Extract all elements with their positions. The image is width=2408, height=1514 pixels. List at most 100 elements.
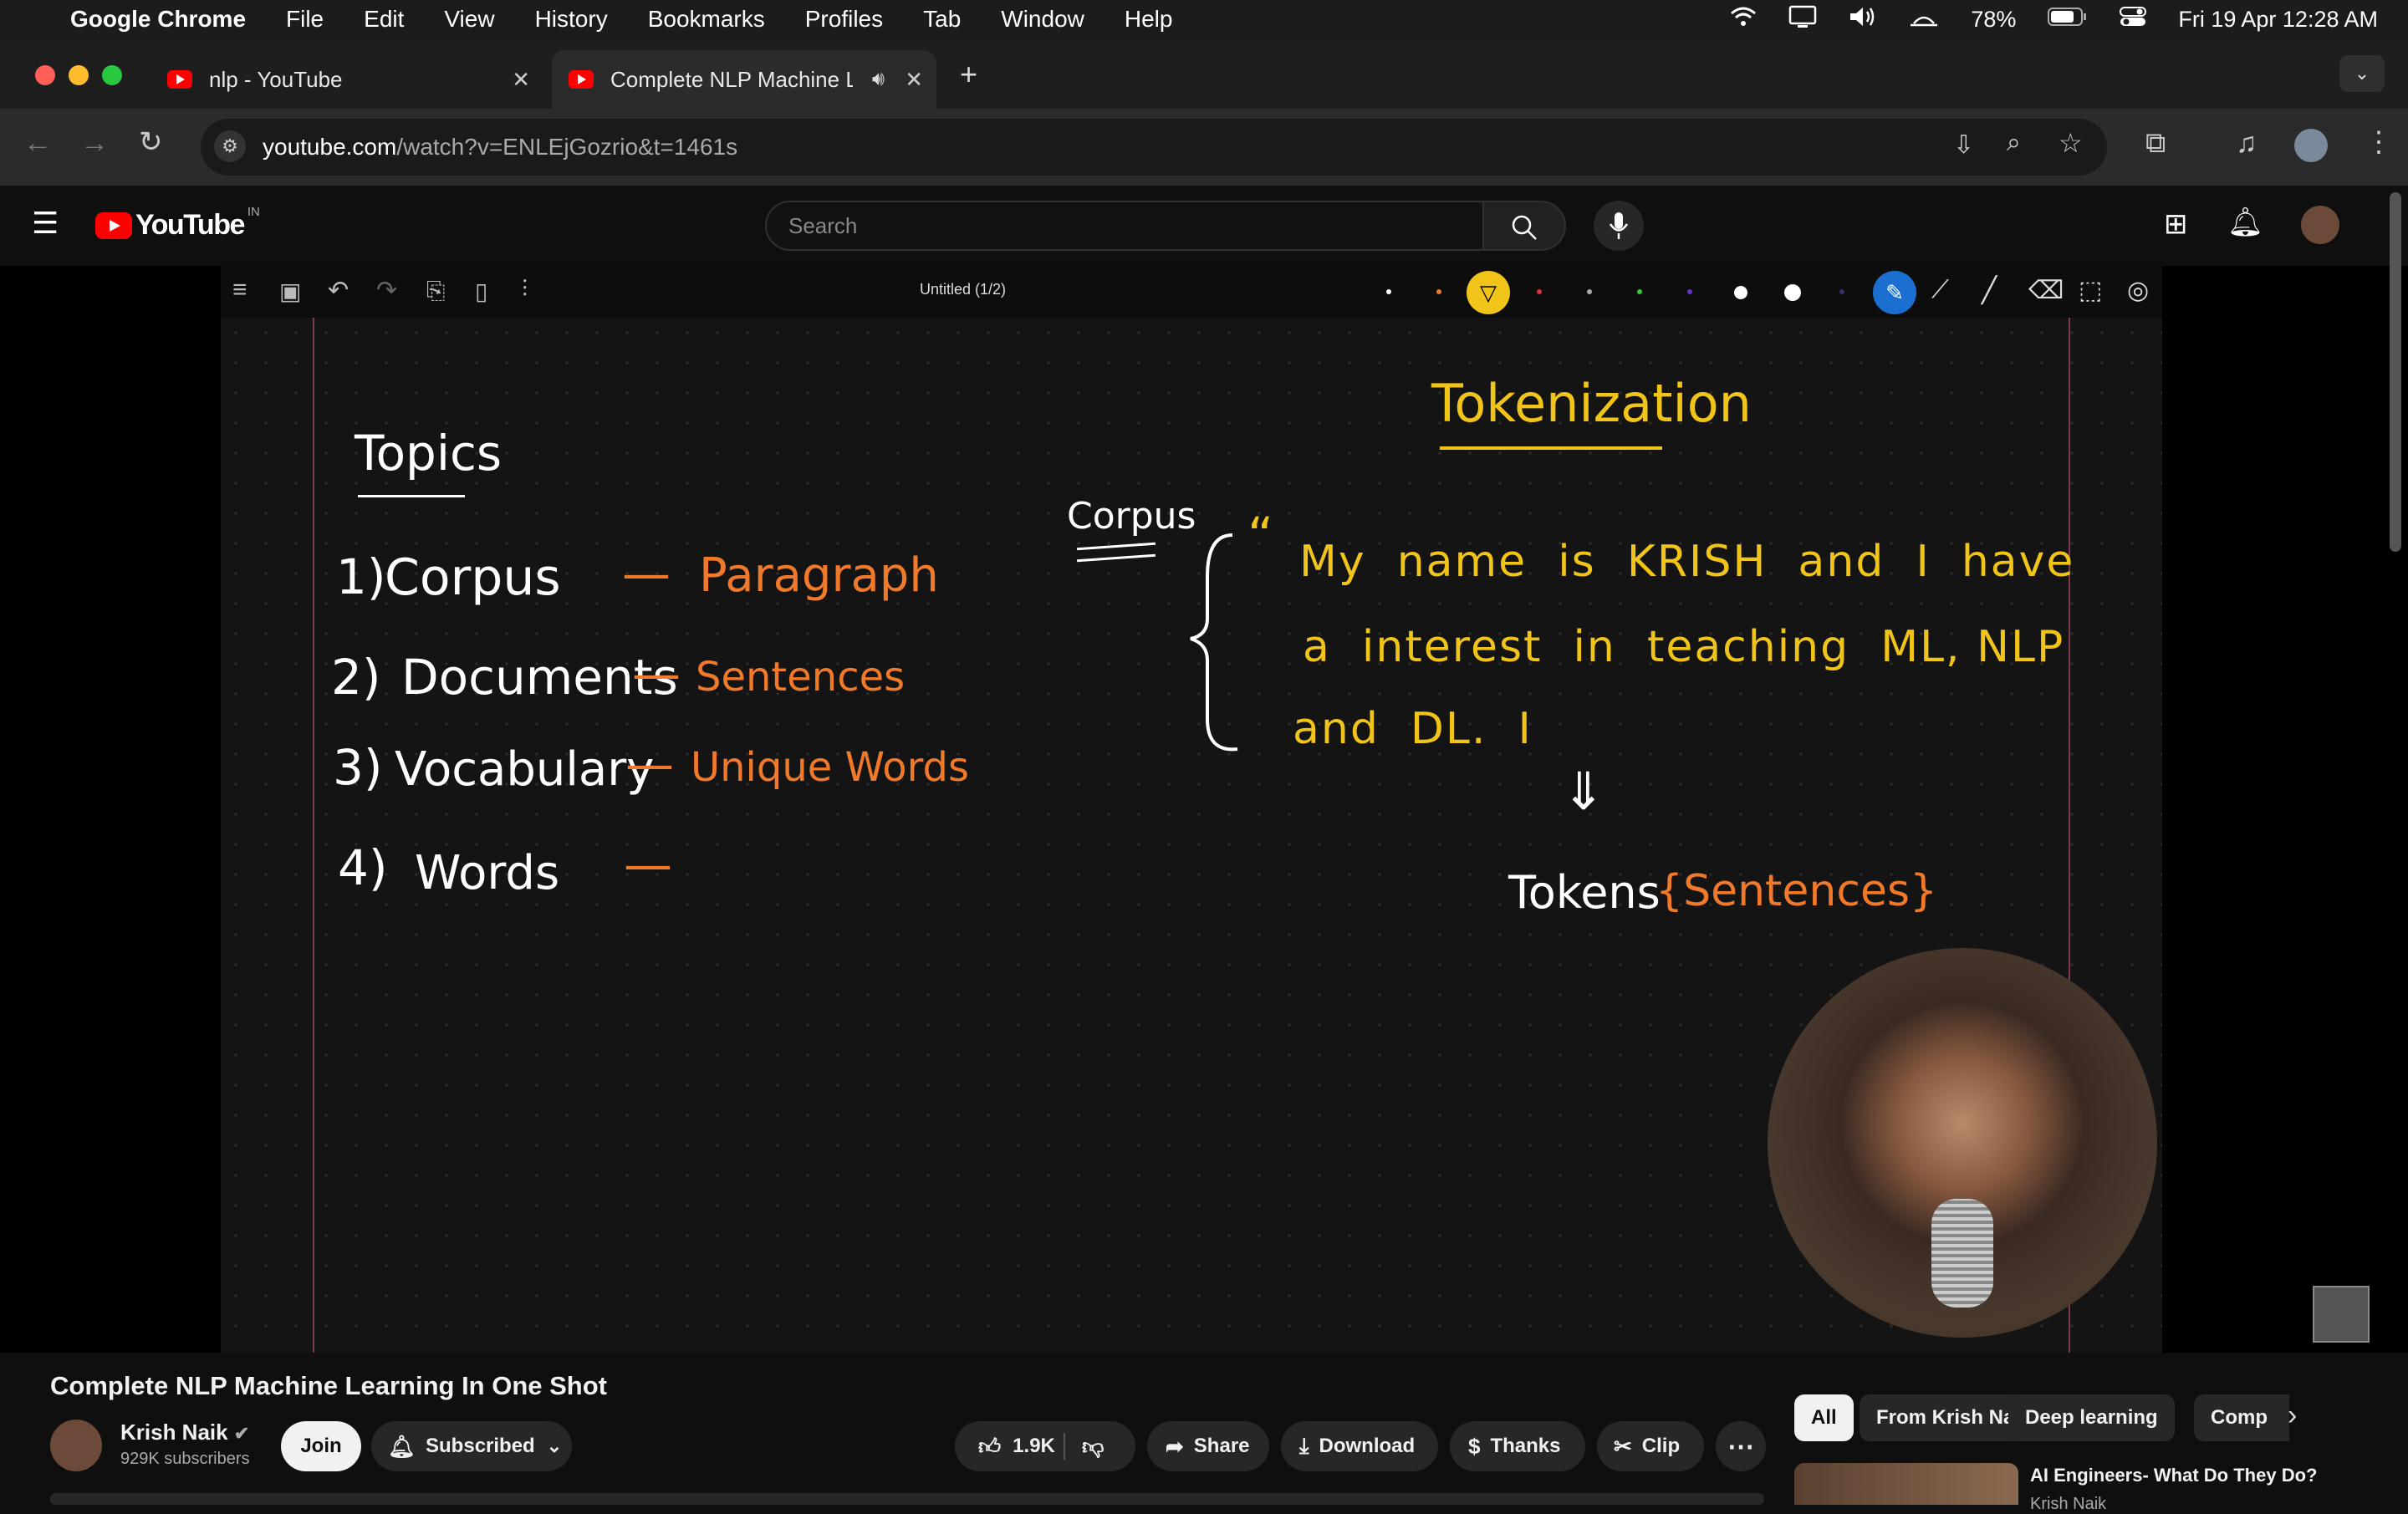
window-minimize-icon[interactable] xyxy=(69,65,89,85)
account-avatar[interactable] xyxy=(2301,206,2339,244)
margin-line-left xyxy=(313,318,314,1353)
chip-comp[interactable]: Comp xyxy=(2194,1394,2289,1441)
menu-lines-icon: ≡ xyxy=(232,276,247,303)
like-count[interactable]: 1.9K xyxy=(1013,1435,1055,1458)
control-center-icon[interactable] xyxy=(2120,5,2147,34)
tab-complete-nlp[interactable]: Complete NLP Machine L 🔊︎ ✕ xyxy=(552,50,936,109)
chip-all[interactable]: All xyxy=(1794,1394,1854,1441)
channel-avatar[interactable] xyxy=(50,1420,102,1471)
tab-search-icon[interactable]: ⌄ xyxy=(2339,55,2385,92)
reload-icon[interactable]: ↻ xyxy=(139,125,163,159)
search-button[interactable] xyxy=(1482,201,1566,251)
menu-bookmarks[interactable]: Bookmarks xyxy=(648,6,765,33)
menu-edit[interactable]: Edit xyxy=(364,6,404,33)
address-bar[interactable]: ⚙ youtube.com/watch?v=ENLEjGozrio&t=1461… xyxy=(201,119,2107,176)
chrome-menu-icon[interactable]: ⋮ xyxy=(2365,125,2393,159)
extensions-icon[interactable]: ⧉ xyxy=(2145,127,2166,160)
like-dislike-group: 👍︎ 1.9K 👎︎ xyxy=(955,1421,1135,1471)
recommended-thumbnail[interactable] xyxy=(1794,1463,2018,1505)
menubar-datetime[interactable]: Fri 19 Apr 12:28 AM xyxy=(2178,7,2378,33)
menu-tab[interactable]: Tab xyxy=(923,6,961,33)
menu-view[interactable]: View xyxy=(444,6,494,33)
forward-icon[interactable]: → xyxy=(80,127,109,160)
tab-close-icon[interactable]: ✕ xyxy=(905,67,923,93)
tab-nlp-youtube[interactable]: nlp - YouTube ✕ xyxy=(150,50,543,109)
open-quote: “ xyxy=(1247,507,1274,565)
back-icon[interactable]: ← xyxy=(23,127,52,160)
menu-history[interactable]: History xyxy=(535,6,608,33)
battery-icon[interactable] xyxy=(2048,7,2088,33)
pen-dot-orange xyxy=(1436,289,1441,294)
download-button[interactable]: ⤓ Download xyxy=(1281,1421,1438,1471)
thumbs-up-icon[interactable]: 👍︎ xyxy=(978,1434,1001,1460)
media-control-icon[interactable]: ♫ xyxy=(2236,127,2258,160)
menu-profiles[interactable]: Profiles xyxy=(805,6,883,33)
tokens-value: {Sentences} xyxy=(1656,866,1938,916)
create-video-icon[interactable]: ⊞ xyxy=(2164,207,2188,241)
youtube-logo-icon xyxy=(95,212,132,239)
pen-dot-navy xyxy=(1839,289,1844,294)
zoom-icon[interactable]: ⌕ xyxy=(2007,129,2021,157)
site-info-icon[interactable]: ⚙ xyxy=(214,130,246,162)
youtube-logo[interactable]: YouTube IN xyxy=(95,205,260,242)
corpus-underline-2 xyxy=(1077,553,1156,563)
topic-2-dash: — xyxy=(632,645,681,702)
page-scrollbar[interactable] xyxy=(2390,192,2401,552)
thanks-button[interactable]: $ Thanks xyxy=(1450,1421,1585,1471)
volume-icon[interactable] xyxy=(1849,5,1877,34)
brightness-icon[interactable] xyxy=(1909,5,1939,34)
install-app-icon[interactable]: ⇩ xyxy=(1953,130,1974,160)
channel-watermark[interactable] xyxy=(2313,1286,2370,1343)
clip-button[interactable]: ✂ Clip xyxy=(1597,1421,1704,1471)
topic-2-meaning: Sentences xyxy=(696,654,906,701)
pen-size-large xyxy=(1784,284,1801,301)
join-label: Join xyxy=(300,1435,342,1457)
tab-close-icon[interactable]: ✕ xyxy=(512,67,530,93)
chips-next-icon[interactable]: › xyxy=(2288,1399,2297,1432)
search-input[interactable]: Search xyxy=(765,201,1484,251)
eraser-icon: ⌫ xyxy=(2028,277,2064,304)
microphone-icon xyxy=(1609,212,1629,239)
notifications-bell-icon[interactable]: 🔔︎ xyxy=(2227,206,2263,239)
chevron-down-icon: ⌄ xyxy=(546,1435,563,1456)
chip-deep-learning[interactable]: Deep learning xyxy=(2008,1394,2175,1441)
corpus-line-3: and DL. I xyxy=(1293,704,1533,754)
topic-3-meaning: Unique Words xyxy=(691,744,969,791)
new-tab-icon[interactable]: + xyxy=(960,57,977,92)
hamburger-menu-icon[interactable]: ☰ xyxy=(32,206,59,241)
tab-audio-icon[interactable]: 🔊︎ xyxy=(872,68,885,91)
more-actions-icon[interactable]: ⋯ xyxy=(1716,1421,1766,1471)
window-zoom-icon[interactable] xyxy=(102,65,122,85)
share-button[interactable]: ➦ Share xyxy=(1147,1421,1269,1471)
window-close-icon[interactable] xyxy=(35,65,55,85)
topic-3-dash: — xyxy=(625,736,674,793)
menu-help[interactable]: Help xyxy=(1125,6,1173,33)
pen-dot-purple xyxy=(1687,289,1692,294)
display-icon[interactable] xyxy=(1788,5,1817,34)
join-button[interactable]: Join xyxy=(281,1421,361,1471)
url-text[interactable]: youtube.com/watch?v=ENLEjGozrio&t=1461s xyxy=(263,134,737,161)
topic-2-number: 2) xyxy=(331,649,381,706)
recommended-title[interactable]: AI Engineers- What Do They Do? xyxy=(2030,1465,2317,1486)
pen-size-medium xyxy=(1734,286,1747,299)
tab-title: Complete NLP Machine L xyxy=(610,66,853,92)
video-title: Complete NLP Machine Learning In One Sho… xyxy=(50,1371,608,1400)
thumbs-down-icon[interactable]: 👎︎ xyxy=(1082,1434,1104,1460)
tokens-label: Tokens xyxy=(1508,866,1661,919)
bookmark-star-icon[interactable]: ☆ xyxy=(2059,127,2083,159)
menu-app-name[interactable]: Google Chrome xyxy=(70,6,246,33)
menu-file[interactable]: File xyxy=(286,6,324,33)
menu-window[interactable]: Window xyxy=(1001,6,1084,33)
presenter-webcam xyxy=(1768,948,2157,1338)
subscriber-count: 929K subscribers xyxy=(120,1450,250,1468)
selection-icon: ⬚ xyxy=(2079,277,2103,304)
channel-name[interactable]: Krish Naik ✔ xyxy=(120,1420,249,1445)
profile-avatar[interactable] xyxy=(2294,129,2328,162)
tab-title: nlp - YouTube xyxy=(209,66,343,92)
voice-search-button[interactable] xyxy=(1594,201,1644,251)
settings-sliders-icon: ⫶ xyxy=(522,276,528,302)
download-icon: ⤓ xyxy=(1299,1433,1309,1458)
wifi-icon[interactable] xyxy=(1730,6,1757,33)
download-label: Download xyxy=(1319,1435,1416,1457)
subscribed-button[interactable]: 🔔︎ Subscribed ⌄ xyxy=(371,1421,572,1471)
